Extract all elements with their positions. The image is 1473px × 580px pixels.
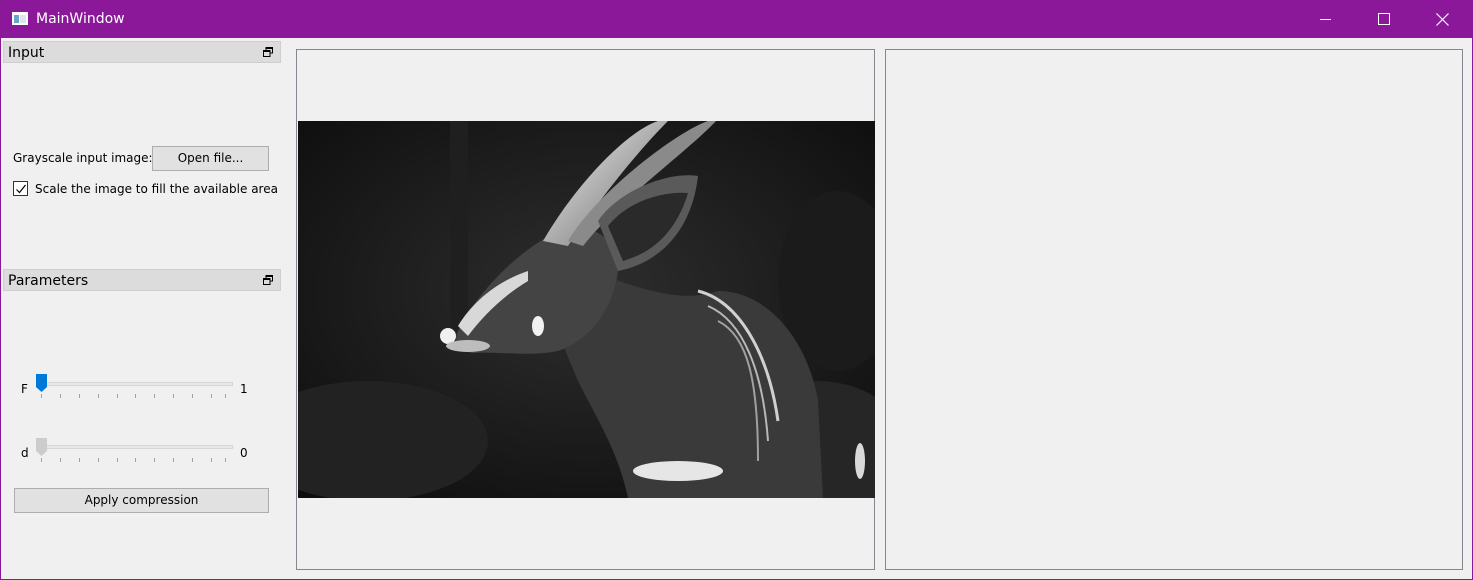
- close-button[interactable]: [1413, 1, 1471, 38]
- input-image-view[interactable]: [296, 49, 875, 570]
- maximize-icon: [1378, 13, 1390, 25]
- minimize-icon: [1320, 19, 1331, 20]
- d-slider-label: d: [21, 446, 29, 460]
- f-slider-ticks: [41, 394, 226, 399]
- f-slider-label: F: [21, 382, 28, 396]
- maximize-button[interactable]: [1355, 1, 1413, 38]
- float-dock-icon[interactable]: [263, 275, 273, 285]
- float-dock-icon[interactable]: [263, 47, 273, 57]
- parameters-dock-title[interactable]: Parameters: [3, 269, 281, 291]
- f-slider-handle[interactable]: [36, 374, 47, 392]
- d-slider-value: 0: [240, 446, 248, 460]
- d-slider-ticks: [41, 458, 226, 463]
- scale-image-checkbox[interactable]: [13, 181, 28, 196]
- f-slider-track[interactable]: [37, 382, 233, 386]
- main-window: MainWindow Input Grayscale input image: …: [0, 0, 1473, 580]
- app-icon: [12, 12, 28, 25]
- apply-compression-button[interactable]: Apply compression: [14, 488, 269, 513]
- checkmark-icon: [16, 184, 26, 194]
- f-slider-value: 1: [240, 382, 248, 396]
- input-image: [298, 121, 875, 498]
- input-dock-title[interactable]: Input: [3, 41, 281, 63]
- close-icon: [1436, 13, 1449, 26]
- scale-image-label[interactable]: Scale the image to fill the available ar…: [35, 182, 278, 196]
- input-dock-label: Input: [8, 45, 45, 61]
- parameters-dock-label: Parameters: [8, 273, 89, 289]
- open-file-button[interactable]: Open file...: [152, 146, 269, 171]
- d-slider-handle: [36, 438, 47, 456]
- grayscale-image-label: Grayscale input image:: [13, 151, 153, 165]
- d-slider-track: [37, 445, 233, 449]
- minimize-button[interactable]: [1297, 1, 1355, 38]
- title-bar[interactable]: MainWindow: [1, 1, 1472, 38]
- output-image-view[interactable]: [885, 49, 1463, 570]
- window-title: MainWindow: [36, 11, 125, 27]
